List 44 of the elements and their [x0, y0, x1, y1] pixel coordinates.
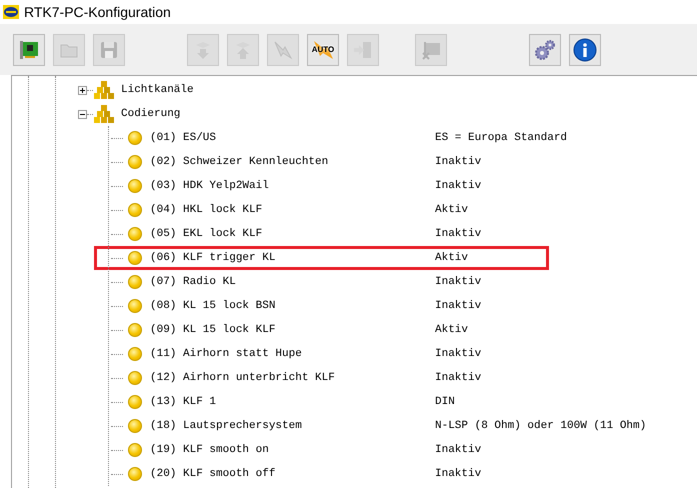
setting-label[interactable]: (01) ES/US [150, 130, 435, 146]
setting-label[interactable]: (18) Lautsprechersystem [150, 418, 435, 434]
toolbar-button[interactable] [569, 34, 601, 66]
app-logo-icon [3, 5, 19, 19]
setting-value: Inaktiv [435, 178, 482, 194]
setting-label[interactable]: (12) Airhorn unterbricht KLF [150, 370, 435, 386]
setting-value: Inaktiv [435, 442, 482, 458]
cubes-icon [93, 104, 115, 124]
setting-label[interactable]: (04) HKL lock KLF [150, 202, 435, 218]
setting-value: Aktiv [435, 202, 468, 218]
setting-value: Inaktiv [435, 226, 482, 242]
setting-label[interactable]: (08) KL 15 lock BSN [150, 298, 435, 314]
setting-label[interactable]: (13) KLF 1 [150, 394, 435, 410]
cubes-icon [93, 80, 115, 100]
setting-value: N-LSP (8 Ohm) oder 100W (11 Ohm) [435, 418, 646, 434]
setting-label[interactable]: (02) Schweizer Kennleuchten [150, 154, 435, 170]
setting-value: Inaktiv [435, 154, 482, 170]
toolbar-button[interactable] [13, 34, 45, 66]
expand-toggle[interactable] [78, 86, 87, 94]
setting-label[interactable]: (09) KL 15 lock KLF [150, 322, 435, 338]
setting-label[interactable]: (06) KLF trigger KL [150, 250, 435, 266]
setting-label[interactable]: (03) HDK Yelp2Wail [150, 178, 435, 194]
lightning-arrow-icon [272, 38, 294, 60]
setting-value: Inaktiv [435, 466, 482, 482]
info-icon [573, 38, 597, 62]
setting-label[interactable]: (11) Airhorn statt Hupe [150, 346, 435, 362]
setting-value: Aktiv [435, 322, 468, 338]
collapse-toggle[interactable] [78, 110, 87, 118]
setting-label[interactable]: (19) KLF smooth on [150, 442, 435, 458]
setting-value: Inaktiv [435, 274, 482, 290]
window-title: RTK7-PC-Konfiguration [24, 2, 171, 22]
setting-label[interactable]: (20) KLF smooth off [150, 466, 435, 482]
setting-value: ES = Europa Standard [435, 130, 568, 146]
setting-label[interactable]: (07) Radio KL [150, 274, 435, 290]
tree-node-label[interactable]: Lichtkanäle [121, 82, 194, 98]
setting-label[interactable]: (05) EKL lock KLF [150, 226, 435, 242]
circuit-card-icon [18, 38, 40, 60]
tree-node-label[interactable]: Codierung [121, 106, 180, 122]
setting-value: Aktiv [435, 250, 468, 266]
setting-value: Inaktiv [435, 370, 482, 386]
setting-value: Inaktiv [435, 346, 482, 362]
gears-icon [534, 38, 556, 60]
setting-value: DIN [435, 394, 455, 410]
setting-value: Inaktiv [435, 298, 482, 314]
